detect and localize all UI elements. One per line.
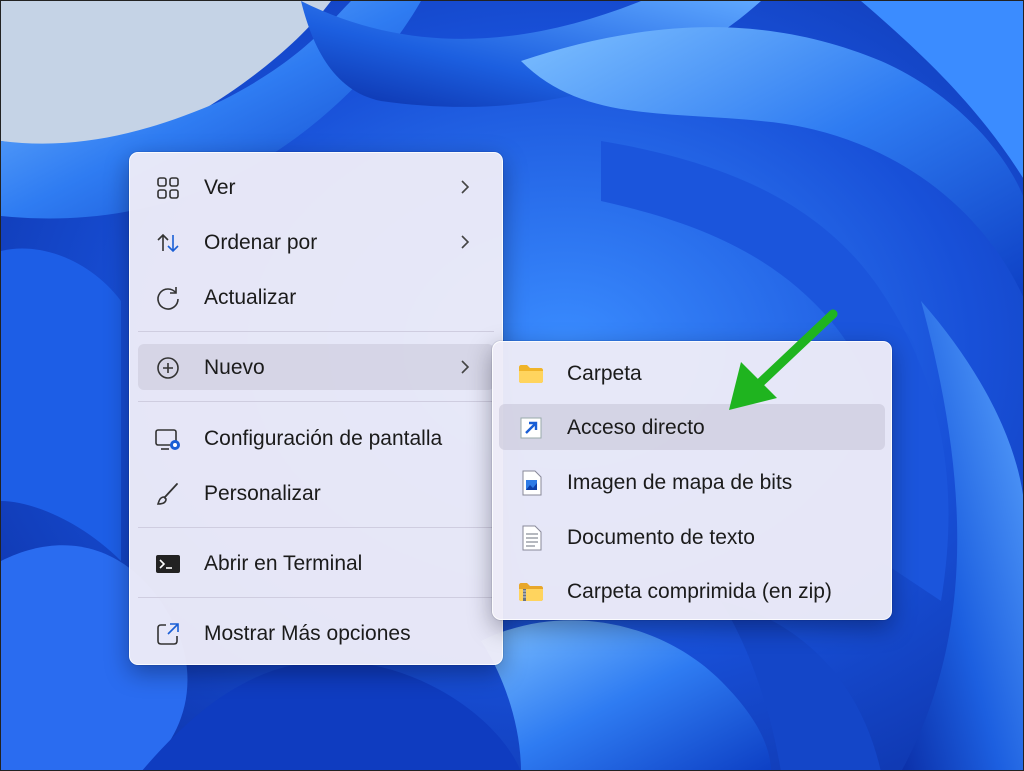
refresh-icon xyxy=(157,287,179,310)
submenu-item-documento-texto[interactable]: Documento de texto xyxy=(499,514,885,560)
submenu-item-label: Acceso directo xyxy=(567,416,705,439)
menu-separator xyxy=(138,331,494,332)
chevron-right-icon xyxy=(461,235,470,249)
display-settings-icon xyxy=(155,429,180,450)
menu-item-ordenar-por[interactable]: Ordenar por xyxy=(138,219,494,265)
menu-item-label: Abrir en Terminal xyxy=(204,552,363,575)
menu-item-nuevo[interactable]: Nuevo xyxy=(138,344,494,390)
menu-separator xyxy=(138,527,494,528)
bitmap-image-icon xyxy=(522,470,542,496)
text-document-icon xyxy=(522,525,542,551)
menu-item-label: Ver xyxy=(204,176,236,199)
desktop-context-menu: Ver Ordenar por Actualizar Nuevo Configu… xyxy=(129,152,503,665)
sort-icon xyxy=(157,233,179,253)
terminal-icon xyxy=(156,555,180,573)
menu-item-label: Personalizar xyxy=(204,482,321,505)
submenu-item-label: Carpeta xyxy=(567,362,642,385)
green-arrow-icon xyxy=(729,309,838,410)
submenu-item-carpeta-comprimida[interactable]: Carpeta comprimida (en zip) xyxy=(499,568,885,614)
folder-icon xyxy=(519,365,543,383)
zip-folder-icon xyxy=(519,583,543,601)
shortcut-icon xyxy=(520,417,542,439)
submenu-item-imagen-mapa-bits[interactable]: Imagen de mapa de bits xyxy=(499,459,885,505)
menu-item-personalizar[interactable]: Personalizar xyxy=(138,470,494,516)
chevron-right-icon xyxy=(461,180,470,194)
menu-item-label: Ordenar por xyxy=(204,231,318,254)
menu-item-mostrar-mas-opciones[interactable]: Mostrar Más opciones xyxy=(138,610,494,656)
grid-view-icon xyxy=(157,177,179,199)
menu-item-label: Actualizar xyxy=(204,286,297,309)
menu-item-actualizar[interactable]: Actualizar xyxy=(138,274,494,320)
desktop[interactable]: Ver Ordenar por Actualizar Nuevo Configu… xyxy=(0,0,1024,771)
menu-item-label: Configuración de pantalla xyxy=(204,427,443,450)
menu-separator xyxy=(138,401,494,402)
chevron-right-icon xyxy=(461,360,470,374)
brush-icon xyxy=(156,483,178,505)
submenu-item-label: Documento de texto xyxy=(567,526,755,549)
open-external-icon xyxy=(157,623,179,645)
submenu-item-label: Imagen de mapa de bits xyxy=(567,471,793,494)
add-circle-icon xyxy=(157,357,179,379)
menu-item-abrir-terminal[interactable]: Abrir en Terminal xyxy=(138,540,494,586)
menu-separator xyxy=(138,597,494,598)
menu-item-label: Mostrar Más opciones xyxy=(204,622,411,645)
menu-item-label: Nuevo xyxy=(204,356,265,379)
menu-item-configuracion-pantalla[interactable]: Configuración de pantalla xyxy=(138,415,494,461)
submenu-item-label: Carpeta comprimida (en zip) xyxy=(567,580,832,603)
menu-item-ver[interactable]: Ver xyxy=(138,164,494,210)
